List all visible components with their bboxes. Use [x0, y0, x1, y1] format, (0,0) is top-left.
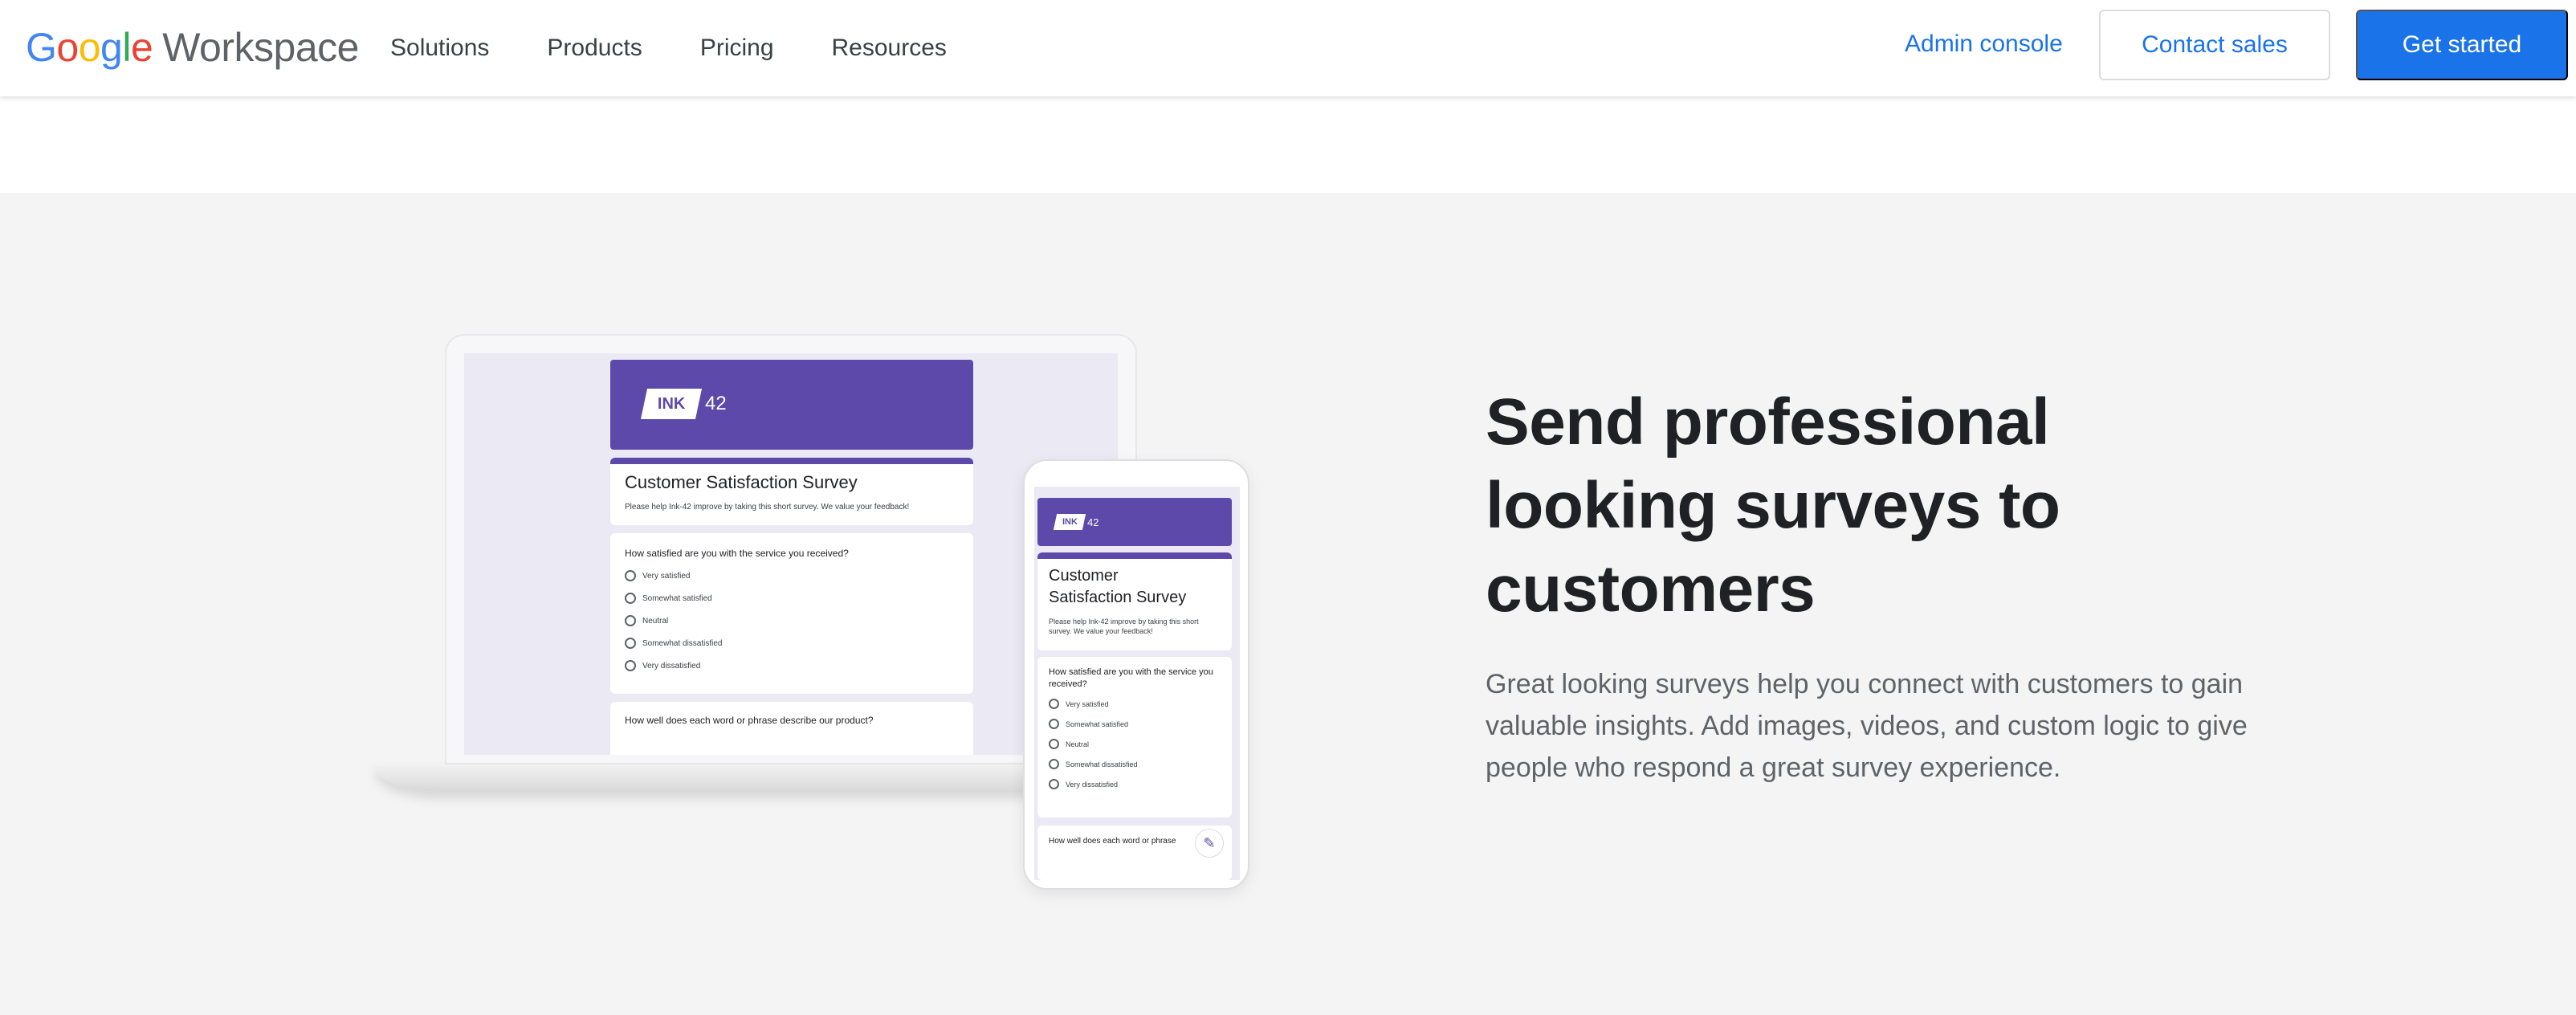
question-1: How satisfied are you with the service y…	[625, 548, 849, 559]
google-workspace-logo[interactable]: Google Workspace	[26, 24, 359, 71]
option-somewhat-dissatisfied[interactable]: Somewhat dissatisfied	[625, 638, 959, 649]
edit-pencil-icon[interactable]: ✎	[1195, 829, 1224, 858]
nav-products[interactable]: Products	[547, 35, 642, 62]
form-title: Customer Satisfaction Survey	[625, 472, 858, 492]
option-very-dissatisfied[interactable]: Very dissatisfied	[625, 660, 959, 671]
radio-icon	[625, 660, 636, 671]
form-header-banner: INK 42	[610, 360, 973, 450]
option-neutral[interactable]: Neutral	[625, 615, 959, 626]
laptop-screen: INK 42 Customer Satisfaction Survey Plea…	[464, 353, 1118, 755]
radio-icon	[1049, 719, 1059, 729]
phone-option-very-satisfied[interactable]: Very satisfied	[1049, 699, 1221, 709]
phone-option-very-dissatisfied[interactable]: Very dissatisfied	[1049, 779, 1221, 789]
phone-question-1: How satisfied are you with the service y…	[1049, 667, 1213, 689]
phone-illustration: INK 42 Customer Satisfaction Survey Plea…	[1023, 459, 1249, 890]
question-card-1: How satisfied are you with the service y…	[610, 533, 973, 694]
nav-resources[interactable]: Resources	[832, 35, 947, 62]
ink42-logo: INK 42	[640, 389, 727, 419]
option-very-satisfied[interactable]: Very satisfied	[625, 570, 959, 581]
phone-screen: INK 42 Customer Satisfaction Survey Plea…	[1034, 487, 1240, 880]
phone-form-header-banner: INK 42	[1037, 498, 1232, 546]
top-navigation-bar: Google Workspace Solutions Products Pric…	[0, 0, 2576, 96]
get-started-button[interactable]: Get started	[2356, 10, 2568, 80]
section-headline: Send professional looking surveys to cus…	[1486, 385, 2060, 626]
radio-icon	[625, 593, 636, 604]
phone-option-neutral[interactable]: Neutral	[1049, 739, 1221, 749]
radio-icon	[1049, 739, 1059, 749]
phone-form-title: Customer Satisfaction Survey	[1049, 567, 1187, 606]
phone-question-card-2: How well does each word or phrase ✎	[1037, 825, 1232, 880]
phone-question-card-1: How satisfied are you with the service y…	[1037, 657, 1232, 817]
google-wordmark: Google	[26, 25, 153, 70]
option-somewhat-satisfied[interactable]: Somewhat satisfied	[625, 593, 959, 604]
phone-ink42-logo: INK 42	[1053, 514, 1098, 530]
phone-option-somewhat-dissatisfied[interactable]: Somewhat dissatisfied	[1049, 759, 1221, 769]
contact-sales-button[interactable]: Contact sales	[2099, 10, 2330, 80]
radio-icon	[1049, 759, 1059, 769]
workspace-wordmark: Workspace	[162, 25, 359, 70]
nav-solutions[interactable]: Solutions	[390, 35, 489, 62]
nav-pricing[interactable]: Pricing	[700, 35, 774, 62]
radio-icon	[1049, 779, 1059, 789]
main-nav: Solutions Products Pricing Resources	[390, 0, 947, 96]
form-title-card: Customer Satisfaction Survey Please help…	[610, 458, 973, 525]
radio-icon	[625, 570, 636, 581]
admin-console-link[interactable]: Admin console	[1905, 31, 2063, 58]
radio-icon	[625, 638, 636, 649]
question-2: How well does each word or phrase descri…	[625, 715, 874, 726]
form-description: Please help Ink-42 improve by taking thi…	[625, 503, 910, 512]
section-body-text: Great looking surveys help you connect w…	[1486, 669, 2248, 783]
phone-form-title-card: Customer Satisfaction Survey Please help…	[1037, 552, 1232, 650]
question-card-2: How well does each word or phrase descri…	[610, 702, 973, 755]
phone-option-somewhat-satisfied[interactable]: Somewhat satisfied	[1049, 719, 1221, 729]
radio-icon	[625, 615, 636, 626]
radio-icon	[1049, 699, 1059, 709]
phone-form-description: Please help Ink-42 improve by taking thi…	[1049, 618, 1199, 635]
